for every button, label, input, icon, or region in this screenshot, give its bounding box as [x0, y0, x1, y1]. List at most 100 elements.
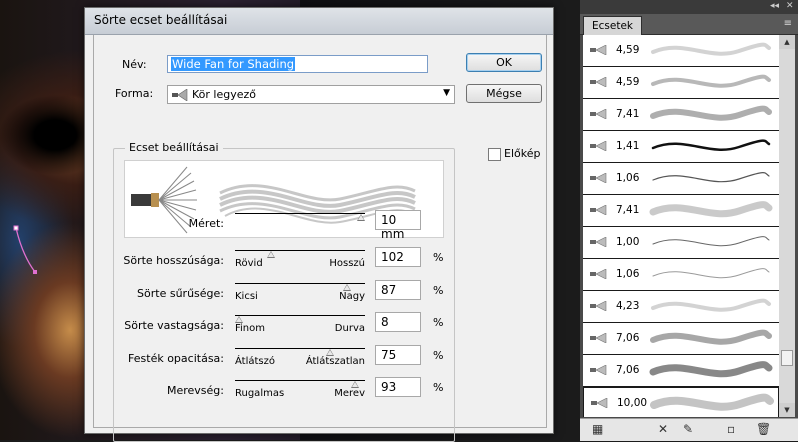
cancel-button[interactable]: Mégse — [466, 84, 542, 103]
brush-size: 1,06 — [616, 172, 640, 184]
slider-thumb[interactable] — [357, 214, 366, 221]
scroll-thumb[interactable] — [781, 350, 793, 366]
slider-thumb[interactable] — [267, 251, 276, 258]
brush-size: 7,41 — [616, 108, 640, 120]
brush-list-item[interactable]: 4,59 — [583, 67, 779, 99]
bristle-brush-options-dialog: Sörte ecset beállításai Név: Wide Fan fo… — [84, 7, 554, 442]
chevron-down-icon: ▼ — [443, 88, 450, 98]
ok-button[interactable]: OK — [466, 53, 542, 72]
percent-label: % — [433, 251, 444, 264]
close-icon[interactable]: ✕ — [786, 1, 794, 11]
slider-track[interactable] — [235, 348, 365, 349]
percent-label: % — [433, 381, 444, 394]
slider-max-label: Nagy — [339, 291, 365, 302]
tab-brushes[interactable]: Ecsetek — [583, 16, 642, 35]
brush-list-item[interactable]: 7,06 — [583, 323, 779, 355]
brush-size: 1,41 — [616, 140, 640, 152]
brush-list-item[interactable]: 1,00 — [583, 227, 779, 259]
percent-label: % — [433, 284, 444, 297]
slider-value-input[interactable]: 75 — [375, 345, 421, 365]
selected-path[interactable] — [0, 0, 80, 300]
panel-header[interactable]: ◂◂ ✕ — [580, 0, 798, 14]
brush-list-item[interactable]: 1,06 — [583, 163, 779, 195]
brush-type-icon — [590, 109, 607, 119]
brush-stroke-preview — [652, 236, 770, 247]
scroll-up-icon[interactable]: ▲ — [779, 35, 795, 49]
brush-type-icon — [590, 141, 607, 151]
brush-stroke-preview — [651, 139, 771, 151]
checkbox-box[interactable] — [488, 148, 501, 161]
brush-type-icon — [590, 77, 607, 87]
brush-type-icon — [590, 237, 607, 247]
dialog-title: Sörte ecset beállításai — [94, 13, 228, 27]
shape-label: Forma: — [115, 87, 154, 100]
delete-brush-icon[interactable]: 🗑 — [756, 422, 771, 436]
brush-type-icon — [590, 333, 607, 343]
slider-label: Merevség: — [166, 384, 224, 397]
brush-size: 4,23 — [616, 300, 640, 312]
slider-value-input[interactable]: 87 — [375, 280, 421, 300]
shape-select[interactable]: Kör legyező ▼ — [167, 85, 455, 104]
brush-stroke-preview — [650, 393, 774, 411]
brushes-panel: ◂◂ ✕ Ecsetek ≡ 4,59 4,59 7,41 1,41 1,06 … — [580, 0, 798, 441]
slider-value-input[interactable]: 102 — [375, 247, 421, 267]
slider-thumb[interactable] — [350, 381, 359, 388]
brush-options-icon[interactable]: ✎ — [683, 422, 693, 436]
slider-value-input[interactable]: 8 — [375, 312, 421, 332]
slider-label: Sörte hosszúsága: — [123, 254, 224, 267]
brush-type-icon — [590, 45, 607, 55]
slider-min-label: Finom — [235, 323, 265, 334]
slider-label: Sörte sűrűsége: — [137, 287, 224, 300]
brush-list-item[interactable]: 4,59 — [583, 35, 779, 67]
name-input[interactable]: Wide Fan for Shading — [167, 55, 428, 73]
slider-track[interactable] — [235, 380, 365, 381]
slider-track[interactable] — [235, 315, 365, 316]
brush-size: 1,00 — [616, 236, 640, 248]
brush-size: 4,59 — [616, 76, 640, 88]
brush-stroke-preview — [651, 42, 771, 56]
percent-label: % — [433, 349, 444, 362]
name-value: Wide Fan for Shading — [171, 57, 296, 71]
shape-value: Kör legyező — [192, 88, 257, 101]
brush-list-item[interactable]: 1,41 — [583, 131, 779, 163]
slider-max-label: Átlátszatlan — [305, 356, 365, 367]
brush-list-item[interactable]: 4,23 — [583, 291, 779, 323]
slider-max-label: Merev — [334, 388, 365, 399]
panel-menu-icon[interactable]: ≡ — [784, 18, 792, 29]
slider-value-input[interactable]: 10 mm — [375, 210, 421, 241]
brush-type-icon — [590, 365, 607, 375]
slider-label: Méret: — [188, 217, 224, 230]
slider-min-label: Rugalmas — [235, 388, 285, 399]
new-brush-icon[interactable]: ▫ — [727, 422, 735, 436]
brush-stroke-preview — [652, 268, 770, 279]
panel-bottom-bar: ▦ ✕ ✎ ▫ 🗑 — [580, 418, 798, 441]
slider-label: Sörte vastagsága: — [124, 319, 224, 332]
slider-thumb[interactable] — [234, 316, 243, 323]
slider-value-input[interactable]: 93 — [375, 377, 421, 397]
brush-type-icon — [590, 301, 607, 311]
brush-size: 10,00 — [617, 397, 648, 409]
brush-type-icon — [590, 205, 607, 215]
brush-list-item[interactable]: 10,00 — [583, 387, 779, 417]
brush-stroke-preview — [650, 329, 772, 345]
dialog-body: Név: Wide Fan for Shading Forma: Kör leg… — [93, 35, 547, 442]
brush-stroke-preview — [651, 298, 771, 312]
brush-stroke-preview — [649, 201, 773, 218]
collapse-icon[interactable]: ◂◂ — [770, 1, 779, 11]
remove-stroke-icon[interactable]: ✕ — [658, 422, 668, 436]
slider-label: Festék opacitása: — [128, 352, 224, 365]
brush-size: 7,41 — [616, 204, 640, 216]
brush-list-scrollbar[interactable]: ▲ ▼ — [779, 35, 795, 417]
slider-thumb[interactable] — [342, 284, 351, 291]
dialog-titlebar[interactable]: Sörte ecset beállításai — [85, 8, 553, 35]
brush-stroke-preview — [650, 105, 772, 121]
brush-list-item[interactable]: 1,06 — [583, 259, 779, 291]
brush-list-item[interactable]: 7,06 — [583, 355, 779, 387]
slider-track[interactable] — [235, 250, 365, 251]
scroll-down-icon[interactable]: ▼ — [779, 403, 795, 417]
slider-track[interactable] — [235, 213, 365, 214]
brush-list-item[interactable]: 7,41 — [583, 99, 779, 131]
slider-thumb[interactable] — [325, 349, 334, 356]
brush-library-icon[interactable]: ▦ — [592, 422, 603, 436]
brush-list-item[interactable]: 7,41 — [583, 195, 779, 227]
